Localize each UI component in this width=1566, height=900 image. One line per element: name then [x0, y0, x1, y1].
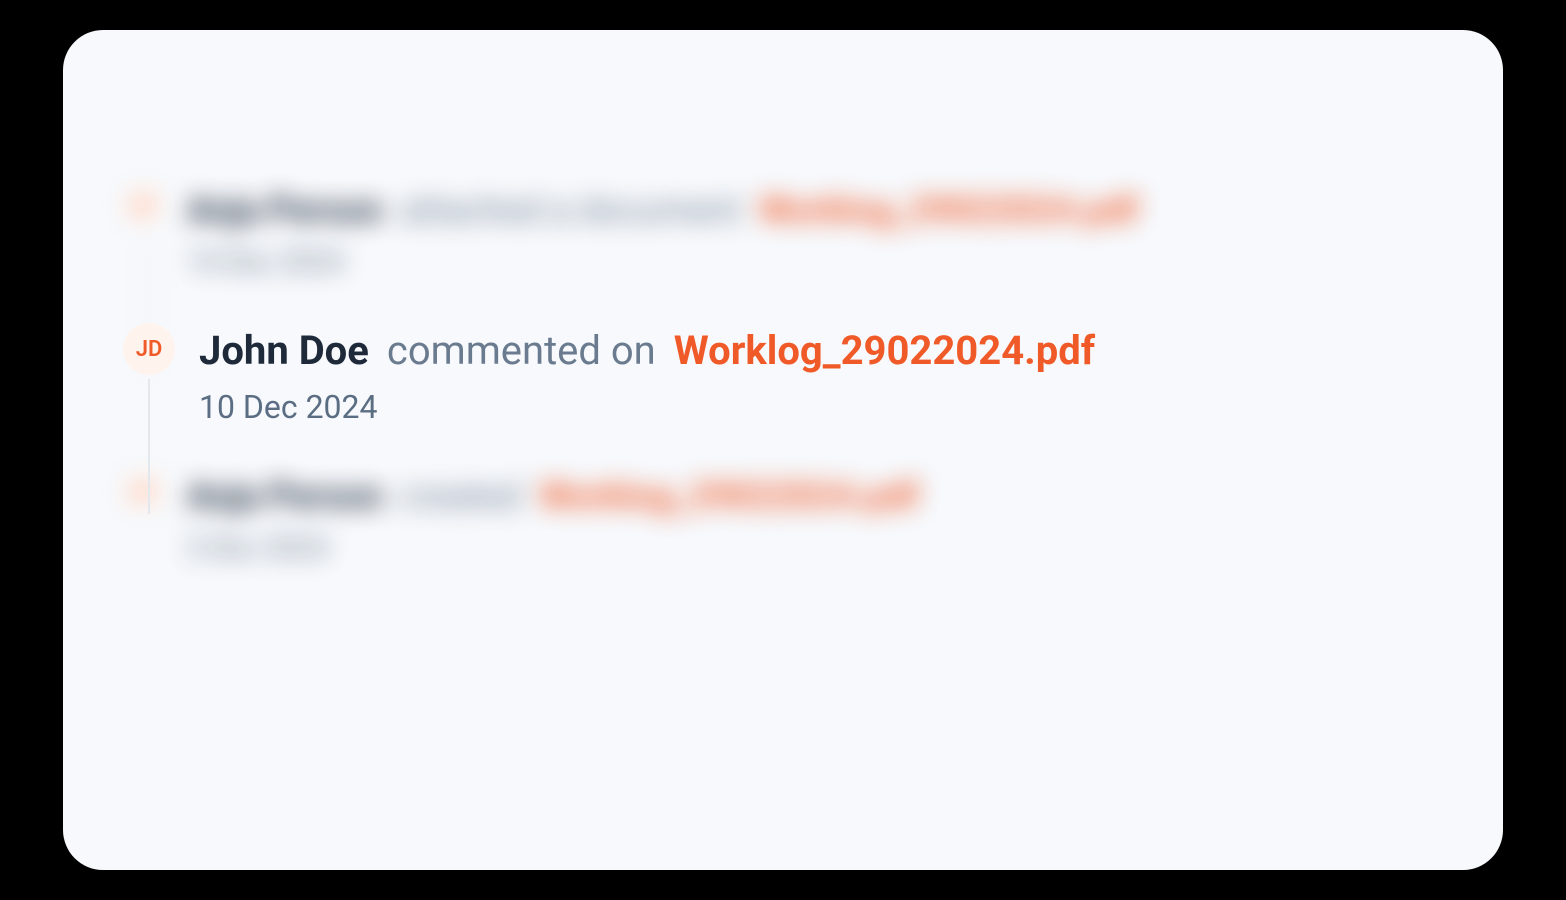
action-text: attached a document: [401, 189, 741, 231]
avatar-initials: AP: [133, 196, 154, 215]
avatar-initials: AP: [133, 482, 154, 501]
activity-date: 14 Dec 2024: [187, 245, 1443, 278]
action-text: created: [401, 475, 522, 517]
person-name: John Doe: [199, 327, 369, 374]
avatar[interactable]: AP: [123, 471, 163, 511]
person-name: Anja Person: [187, 475, 383, 517]
activity-line: Anja Person attached a document Worklog_…: [187, 189, 1443, 231]
activity-item-focused: JD John Doe commented on Worklog_2902202…: [123, 323, 1443, 426]
activity-item: AP Anja Person created Worklog_29022024.…: [123, 471, 1443, 564]
avatar-initials: JD: [136, 337, 163, 362]
activity-date: 10 Dec 2024: [199, 388, 1443, 426]
timeline-connector: [148, 379, 150, 514]
activity-feed-card: AP Anja Person attached a document Workl…: [63, 30, 1503, 870]
activity-item: AP Anja Person attached a document Workl…: [123, 185, 1443, 278]
file-link[interactable]: Worklog_29022024.pdf: [540, 475, 919, 517]
spacer: [123, 278, 1443, 323]
person-name: Anja Person: [187, 189, 383, 231]
activity-line: Anja Person created Worklog_29022024.pdf: [187, 475, 1443, 517]
file-link[interactable]: Worklog_29022024.pdf: [759, 189, 1138, 231]
activity-date: 2 Dec 2024: [187, 531, 1443, 564]
avatar[interactable]: AP: [123, 185, 163, 225]
activity-line: John Doe commented on Worklog_29022024.p…: [199, 327, 1443, 374]
activity-content: Anja Person created Worklog_29022024.pdf…: [187, 471, 1443, 564]
file-link[interactable]: Worklog_29022024.pdf: [674, 327, 1095, 374]
activity-content: Anja Person attached a document Worklog_…: [187, 185, 1443, 278]
avatar[interactable]: JD: [123, 323, 175, 375]
action-text: commented on: [387, 327, 656, 374]
activity-content: John Doe commented on Worklog_29022024.p…: [199, 323, 1443, 426]
activity-list: AP Anja Person attached a document Workl…: [123, 90, 1443, 564]
spacer: [123, 426, 1443, 471]
